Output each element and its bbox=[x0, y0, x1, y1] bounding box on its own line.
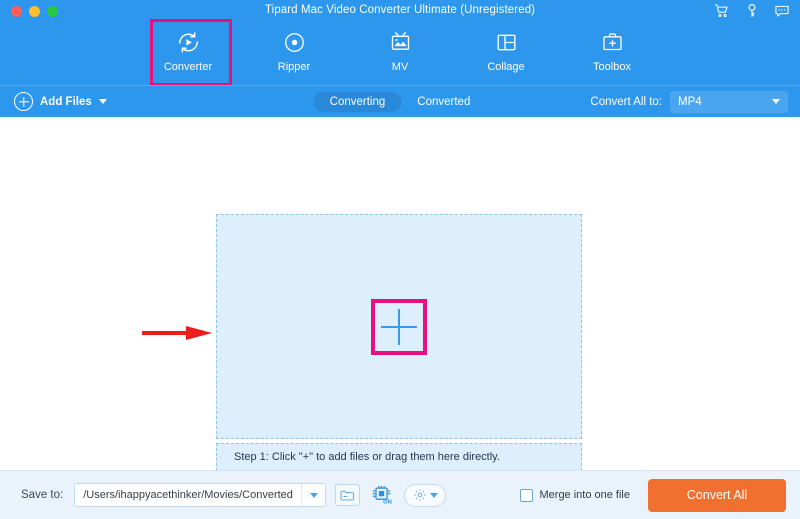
mv-icon bbox=[388, 27, 413, 57]
format-value: MP4 bbox=[678, 95, 702, 108]
toolbox-icon bbox=[600, 27, 625, 57]
tab-label: Toolbox bbox=[593, 61, 631, 73]
chevron-down-icon bbox=[429, 492, 438, 498]
status-segmented-control: Converting Converted bbox=[313, 91, 487, 112]
chevron-down-icon[interactable] bbox=[98, 99, 107, 104]
folder-icon bbox=[340, 490, 355, 500]
plus-icon bbox=[375, 303, 423, 351]
tab-label: MV bbox=[391, 61, 409, 73]
svg-text:ON: ON bbox=[383, 500, 392, 505]
title-bar: Tipard Mac Video Converter Ultimate (Unr… bbox=[0, 0, 800, 22]
merge-checkbox[interactable] bbox=[519, 488, 533, 502]
browse-folder-button[interactable] bbox=[335, 484, 361, 506]
ripper-icon bbox=[282, 27, 307, 57]
converter-icon bbox=[175, 27, 202, 57]
main-nav: Converter Ripper MV Collage Toolbox bbox=[0, 19, 800, 86]
toolbar: Add Files Converting Converted Convert A… bbox=[0, 85, 800, 117]
header-action-icons bbox=[714, 3, 790, 19]
merge-label: Merge into one file bbox=[539, 489, 631, 501]
save-to-label: Save to: bbox=[21, 489, 64, 501]
tab-collage[interactable]: Collage bbox=[472, 22, 540, 79]
tab-toolbox[interactable]: Toolbox bbox=[578, 22, 646, 79]
window-title: Tipard Mac Video Converter Ultimate (Unr… bbox=[264, 4, 536, 16]
tab-ripper[interactable]: Ripper bbox=[260, 22, 328, 79]
tab-label: Collage bbox=[487, 61, 525, 73]
tab-converting[interactable]: Converting bbox=[313, 91, 402, 112]
convert-all-to-label: Convert All to: bbox=[590, 95, 662, 108]
app-header: Tipard Mac Video Converter Ultimate (Unr… bbox=[0, 0, 800, 86]
tab-mv[interactable]: MV bbox=[366, 22, 434, 79]
tab-converted[interactable]: Converted bbox=[401, 92, 486, 112]
convert-all-button[interactable]: Convert All bbox=[648, 478, 786, 512]
merge-into-one-file-toggle[interactable]: Merge into one file bbox=[519, 488, 631, 502]
add-files-label: Add Files bbox=[40, 95, 92, 108]
main-content: Step 1: Click "+" to add files or drag t… bbox=[0, 117, 800, 519]
cpu-chip-icon: ON bbox=[372, 485, 392, 505]
app-window: Tipard Mac Video Converter Ultimate (Unr… bbox=[0, 0, 800, 519]
step-1: Step 1: Click "+" to add files or drag t… bbox=[234, 450, 500, 463]
cart-icon[interactable] bbox=[714, 3, 730, 19]
settings-button[interactable] bbox=[404, 483, 447, 507]
file-drop-zone[interactable] bbox=[142, 214, 582, 439]
save-path-value: /Users/ihappyacethinker/Movies/Converted bbox=[83, 489, 293, 501]
chevron-down-icon bbox=[309, 492, 318, 498]
footer-bar: Save to: /Users/ihappyacethinker/Movies/… bbox=[0, 470, 800, 519]
convert-all-to-group: Convert All to: MP4 bbox=[590, 90, 788, 113]
collage-icon bbox=[494, 27, 519, 57]
save-path-dropdown[interactable] bbox=[301, 484, 325, 506]
chevron-down-icon bbox=[772, 99, 780, 104]
plus-circle-icon bbox=[14, 92, 33, 111]
gear-icon bbox=[414, 489, 426, 501]
tab-label: Converter bbox=[163, 61, 213, 73]
format-select[interactable]: MP4 bbox=[670, 90, 788, 113]
pointer-arrow bbox=[142, 326, 212, 340]
tab-label: Ripper bbox=[277, 61, 311, 73]
feedback-icon[interactable] bbox=[774, 3, 790, 19]
hardware-acceleration-button[interactable]: ON bbox=[369, 484, 394, 506]
key-icon[interactable] bbox=[744, 3, 760, 19]
tab-converter[interactable]: Converter bbox=[150, 19, 232, 86]
add-files-button[interactable]: Add Files bbox=[14, 92, 107, 111]
save-path-input[interactable]: /Users/ihappyacethinker/Movies/Converted bbox=[74, 483, 327, 507]
add-file-plus-button[interactable] bbox=[371, 299, 427, 355]
